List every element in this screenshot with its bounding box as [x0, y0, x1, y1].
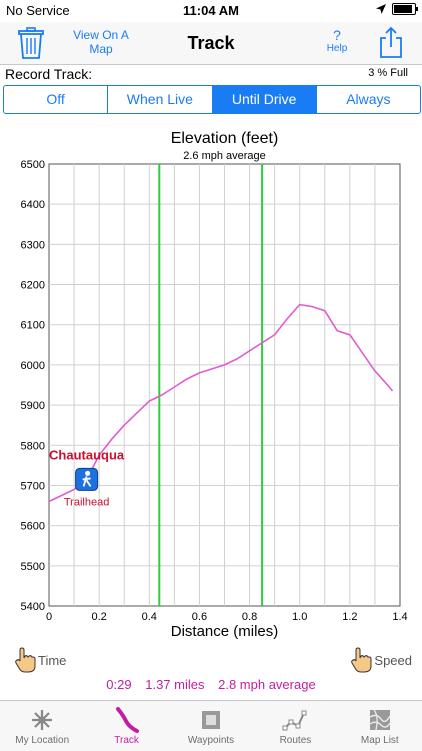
hand-pointer-icon [15, 647, 36, 673]
speed-label: Speed [374, 652, 412, 668]
y-tick-label: 5400 [21, 601, 45, 613]
y-tick-label: 6400 [21, 199, 45, 211]
tab-map-list[interactable]: Map List [338, 701, 422, 751]
time-label: Time [38, 652, 67, 668]
clock: 11:04 AM [183, 3, 239, 18]
hiker-icon-head [85, 470, 91, 476]
map-icon [369, 709, 391, 731]
y-tick-label: 6100 [21, 320, 45, 332]
capacity-label: 3 % Full [368, 67, 408, 79]
x-tick-label: 0.6 [192, 611, 207, 623]
status-bar: No Service 11:04 AM [0, 0, 422, 22]
share-button[interactable] [378, 26, 404, 58]
track-summary: 0:29 1.37 miles 2.8 mph average [0, 677, 422, 692]
segment-always[interactable]: Always [317, 86, 420, 113]
location-arrow-icon [376, 4, 386, 14]
x-tick-label: 1.2 [342, 611, 357, 623]
speed-toggle[interactable]: Speed [350, 646, 412, 674]
tab-label: Waypoints [187, 735, 235, 746]
chart-title: Elevation (feet) [171, 130, 279, 147]
y-tick-label: 6000 [21, 360, 45, 372]
page-title: Track [187, 33, 235, 53]
tab-label: Track [114, 735, 139, 746]
tab-label: Map List [360, 735, 399, 746]
y-tick-label: 5700 [21, 480, 45, 492]
tab-track[interactable]: Track [84, 701, 168, 751]
segment-until-drive[interactable]: Until Drive [212, 86, 317, 113]
tab-routes[interactable]: Routes [253, 701, 337, 751]
y-tick-label: 6200 [21, 280, 45, 292]
segment-off[interactable]: Off [4, 86, 109, 113]
tab-bar: My Location Track Waypoints Routes Map L… [0, 700, 422, 751]
tab-my-location[interactable]: My Location [0, 701, 84, 751]
annotation-subtitle: Trailhead [64, 496, 109, 508]
tab-waypoints[interactable]: Waypoints [169, 701, 253, 751]
x-tick-label: 1.4 [392, 611, 407, 623]
y-tick-label: 5600 [21, 521, 45, 533]
record-track-row: Record Track: 3 % Full [0, 64, 422, 84]
y-tick-label: 6300 [21, 239, 45, 251]
battery-icon [392, 3, 418, 15]
x-tick-label: 0.8 [242, 611, 257, 623]
x-tick-label: 0.4 [142, 611, 157, 623]
compass-icon [32, 710, 53, 730]
y-tick-label: 5500 [21, 561, 45, 573]
x-tick-label: 1.0 [292, 611, 307, 623]
segment-when-live[interactable]: When Live [108, 86, 213, 113]
record-mode-segmented-control: Off When Live Until Drive Always [3, 85, 421, 114]
tab-label: Routes [279, 735, 312, 746]
elevation-chart: 5400 5500 5600 5700 5800 5900 6000 6100 6200 6300… [21, 130, 408, 640]
speed-value: 2.8 mph average [218, 677, 316, 692]
y-tick-label: 5800 [21, 440, 45, 452]
y-tick-label: 5900 [21, 400, 45, 412]
help-label: Help [326, 43, 348, 54]
time-toggle[interactable]: Time [14, 646, 66, 674]
chart-subtitle: 2.6 mph average [183, 150, 266, 162]
x-tick-label: 0.2 [91, 611, 106, 623]
duration-value: 0:29 [106, 677, 132, 692]
waypoint-icon [202, 711, 221, 729]
y-tick-label: 6500 [21, 159, 45, 171]
x-axis-label: Distance (miles) [171, 623, 279, 640]
share-icon [380, 26, 402, 58]
annotation-title: Chautauqua [49, 447, 125, 462]
tab-label: My Location [15, 735, 70, 746]
track-icon [115, 707, 139, 733]
distance-value: 1.37 miles [145, 677, 205, 692]
nav-bar: View On A Map Track ? Help [0, 22, 422, 65]
routes-icon [282, 710, 307, 731]
record-track-label: Record Track: [5, 66, 93, 82]
hand-pointer-icon [351, 647, 372, 673]
x-tick-label: 0 [46, 611, 52, 623]
help-button[interactable]: ? Help [322, 28, 352, 56]
help-icon: ? [333, 27, 341, 43]
